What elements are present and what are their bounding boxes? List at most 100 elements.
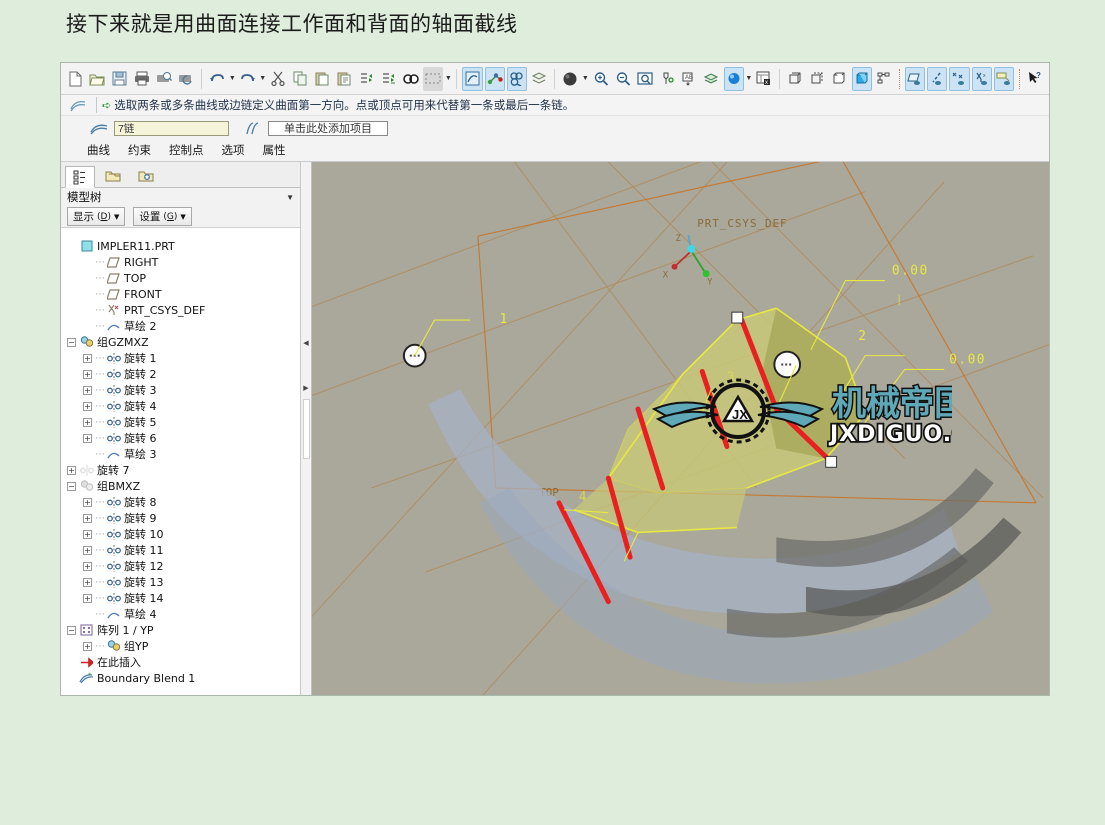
triangle-left-icon[interactable]: ◀ <box>303 339 308 347</box>
collapse-minus-icon[interactable]: − <box>67 337 76 347</box>
shading-sphere-icon[interactable] <box>560 67 580 91</box>
undo-dropdown-icon[interactable]: ▼ <box>228 75 236 82</box>
tree-item-5[interactable]: ⋯ 草绘 2 <box>67 318 300 334</box>
tree-item-16[interactable]: + ⋯ 旋转 8 <box>67 494 300 510</box>
tree-item-2[interactable]: ⋯ TOP <box>67 270 300 286</box>
tree-item-11[interactable]: + ⋯ 旋转 5 <box>67 414 300 430</box>
tree-item-20[interactable]: + ⋯ 旋转 12 <box>67 558 300 574</box>
expand-plus-icon[interactable]: + <box>83 433 92 443</box>
dashboard-tab-control-points[interactable]: 控制点 <box>169 142 204 158</box>
open-file-icon[interactable] <box>87 67 107 91</box>
mail-icon[interactable] <box>176 67 196 91</box>
collapse-minus-icon[interactable]: − <box>67 481 76 491</box>
layers-icon[interactable] <box>701 67 721 91</box>
settings-menu-button[interactable]: 设置 (G) ▼ <box>133 207 192 226</box>
print-preview-icon[interactable] <box>154 67 174 91</box>
expand-plus-icon[interactable]: + <box>83 369 92 379</box>
tree-item-22[interactable]: + ⋯ 旋转 14 <box>67 590 300 606</box>
tree-item-8[interactable]: + ⋯ 旋转 2 <box>67 366 300 382</box>
first-direction-collector[interactable]: 7链 <box>114 120 229 136</box>
redo-icon[interactable] <box>237 67 257 91</box>
graphics-viewport[interactable]: TOP 1 2 3 4 0.00 0.00 | Z X Y PRT_CSYS_D… <box>312 162 1049 695</box>
expand-plus-icon[interactable]: + <box>83 545 92 555</box>
dashboard-tab-properties[interactable]: 属性 <box>263 142 286 158</box>
tree-item-25[interactable]: + ⋯ 组YP <box>67 638 300 654</box>
tree-item-18[interactable]: + ⋯ 旋转 10 <box>67 526 300 542</box>
model-tree-tab[interactable] <box>65 166 95 188</box>
expand-plus-icon[interactable]: + <box>83 497 92 507</box>
copy-icon[interactable] <box>290 67 310 91</box>
datum-csys-toggle-icon[interactable]: x <box>971 66 992 91</box>
no-hidden-icon[interactable] <box>829 67 849 91</box>
paste-icon[interactable] <box>312 67 332 91</box>
find-icon[interactable] <box>401 67 421 91</box>
collapse-minus-icon[interactable]: − <box>67 625 76 635</box>
tree-item-19[interactable]: + ⋯ 旋转 11 <box>67 542 300 558</box>
expand-plus-icon[interactable]: + <box>83 385 92 395</box>
tree-item-0[interactable]: IMPLER11.PRT <box>67 238 300 254</box>
redo-dropdown-icon[interactable]: ▼ <box>259 75 267 82</box>
refit-icon[interactable] <box>635 67 655 91</box>
zoom-in-icon[interactable] <box>590 67 610 91</box>
chevron-down-icon[interactable]: ▼ <box>286 193 294 202</box>
datum-point-toggle-icon[interactable] <box>949 66 970 91</box>
folder-browser-tab[interactable] <box>98 165 128 187</box>
second-direction-collector[interactable]: 单击此处添加项目 <box>268 120 388 136</box>
tree-item-14[interactable]: + 旋转 7 <box>67 462 300 478</box>
sketch-icon[interactable] <box>462 66 483 91</box>
expand-plus-icon[interactable]: + <box>83 577 92 587</box>
expand-plus-icon[interactable]: + <box>83 593 92 603</box>
tree-item-7[interactable]: + ⋯ 旋转 1 <box>67 350 300 366</box>
tree-item-24[interactable]: − 阵列 1 / YP <box>67 622 300 638</box>
panel-splitter[interactable]: ◀ ▶ <box>301 162 312 695</box>
zoom-out-icon[interactable] <box>613 67 633 91</box>
dashboard-tab-options[interactable]: 选项 <box>222 142 245 158</box>
tree-item-1[interactable]: ⋯ RIGHT <box>67 254 300 270</box>
paste-special-icon[interactable] <box>334 67 354 91</box>
tree-item-12[interactable]: + ⋯ 旋转 6 <box>67 430 300 446</box>
regenerate-all-icon[interactable] <box>379 67 399 91</box>
expand-plus-icon[interactable]: + <box>83 417 92 427</box>
datum-axis-toggle-icon[interactable] <box>927 66 948 91</box>
splitter-handle[interactable] <box>302 398 310 459</box>
dashboard-tab-constraints[interactable]: 约束 <box>128 142 151 158</box>
expand-plus-icon[interactable]: + <box>67 465 76 475</box>
tree-item-17[interactable]: + ⋯ 旋转 9 <box>67 510 300 526</box>
expand-plus-icon[interactable]: + <box>83 561 92 571</box>
regenerate-icon[interactable] <box>357 67 377 91</box>
expand-plus-icon[interactable]: + <box>83 401 92 411</box>
analysis-icon[interactable] <box>506 66 527 91</box>
tree-item-13[interactable]: ⋯ 草绘 3 <box>67 446 300 462</box>
orient-mode-icon[interactable]: AB <box>679 67 699 91</box>
context-help-icon[interactable]: ? <box>1025 67 1045 91</box>
hidden-line-icon[interactable] <box>807 67 827 91</box>
tree-item-27[interactable]: * Boundary Blend 1 <box>67 670 300 686</box>
shaded-icon[interactable] <box>851 66 872 91</box>
wireframe-icon[interactable] <box>785 67 805 91</box>
expand-plus-icon[interactable]: + <box>83 513 92 523</box>
tree-item-21[interactable]: + ⋯ 旋转 13 <box>67 574 300 590</box>
favorites-tab[interactable] <box>131 165 161 187</box>
saved-view-icon[interactable] <box>723 66 744 91</box>
mechanism-icon[interactable] <box>874 67 894 91</box>
select-box-icon[interactable] <box>423 66 444 91</box>
expand-plus-icon[interactable]: + <box>83 529 92 539</box>
tree-item-6[interactable]: − 组GZMXZ <box>67 334 300 350</box>
datum-plane-toggle-icon[interactable] <box>904 66 926 91</box>
annotation-toggle-icon[interactable] <box>993 66 1014 91</box>
spin-center-icon[interactable] <box>657 67 677 91</box>
tree-item-3[interactable]: ⋯ FRONT <box>67 286 300 302</box>
tree-item-9[interactable]: + ⋯ 旋转 3 <box>67 382 300 398</box>
expand-plus-icon[interactable]: + <box>83 353 92 363</box>
layer-box-icon[interactable] <box>529 67 549 91</box>
triangle-right-icon[interactable]: ▶ <box>303 384 308 392</box>
datum-point-icon[interactable] <box>484 66 505 91</box>
dashboard-tab-curves[interactable]: 曲线 <box>87 142 110 158</box>
select-box-dropdown-icon[interactable]: ▼ <box>444 75 452 82</box>
tree-item-26[interactable]: 在此插入 <box>67 654 300 670</box>
display-menu-button[interactable]: 显示 (D) ▼ <box>67 207 126 226</box>
tree-item-15[interactable]: − 组BMXZ <box>67 478 300 494</box>
tree-item-4[interactable]: ⋯ PRT_CSYS_DEF <box>67 302 300 318</box>
new-file-icon[interactable] <box>65 67 85 91</box>
tree-item-23[interactable]: ⋯ 草绘 4 <box>67 606 300 622</box>
